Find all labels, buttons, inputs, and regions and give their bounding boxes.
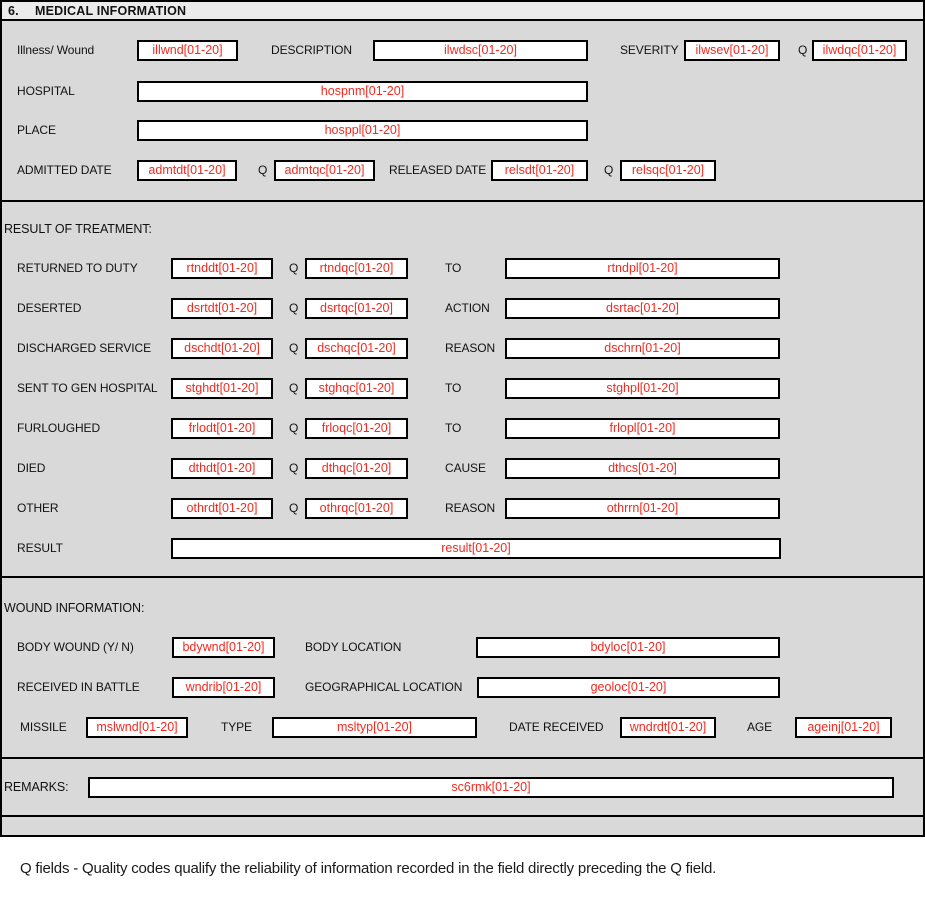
furloughed-q-label: Q (289, 418, 298, 439)
severity-field[interactable]: ilwsev[01-20] (684, 40, 780, 61)
admitted-date-field[interactable]: admtdt[01-20] (137, 160, 237, 181)
missile-type-field[interactable]: msltyp[01-20] (272, 717, 477, 738)
furloughed-to-field[interactable]: frlopl[01-20] (505, 418, 780, 439)
geographical-location-label: GEOGRAPHICAL LOCATION (305, 677, 462, 698)
died-date-field[interactable]: dthdt[01-20] (171, 458, 273, 479)
remarks-field[interactable]: sc6rmk[01-20] (88, 777, 894, 798)
sent-gen-hospital-label: SENT TO GEN HOSPITAL (17, 378, 157, 399)
date-received-label: DATE RECEIVED (509, 717, 604, 738)
discharged-q-label: Q (289, 338, 298, 359)
furloughed-date-field[interactable]: frlodt[01-20] (171, 418, 273, 439)
section-divider (2, 757, 923, 759)
section-number: 6. (8, 4, 19, 18)
age-label: AGE (747, 717, 772, 738)
returned-to-label: TO (445, 258, 461, 279)
returned-to-duty-label: RETURNED TO DUTY (17, 258, 138, 279)
released-q-label: Q (604, 160, 613, 181)
admitted-q-label: Q (258, 160, 267, 181)
bottom-row-divider (2, 815, 923, 817)
received-in-battle-label: RECEIVED IN BATTLE (17, 677, 140, 698)
missile-type-label: TYPE (221, 717, 252, 738)
other-date-field[interactable]: othrdt[01-20] (171, 498, 273, 519)
discharged-label: DISCHARGED SERVICE (17, 338, 151, 359)
sent-gen-hospital-q-field[interactable]: stghqc[01-20] (305, 378, 408, 399)
hospital-label: HOSPITAL (17, 81, 75, 102)
treatment-heading: RESULT OF TREATMENT: (4, 222, 152, 236)
discharged-date-field[interactable]: dschdt[01-20] (171, 338, 273, 359)
deserted-label: DESERTED (17, 298, 81, 319)
returned-q-field[interactable]: rtndqc[01-20] (305, 258, 408, 279)
body-location-field[interactable]: bdyloc[01-20] (476, 637, 780, 658)
missile-label: MISSILE (20, 717, 67, 738)
died-cause-field[interactable]: dthcs[01-20] (505, 458, 780, 479)
deserted-action-label: ACTION (445, 298, 490, 319)
illness-wound-label: Illness/ Wound (17, 40, 94, 61)
description-field[interactable]: ilwdsc[01-20] (373, 40, 588, 61)
date-received-field[interactable]: wndrdt[01-20] (620, 717, 716, 738)
received-in-battle-field[interactable]: wndrib[01-20] (172, 677, 275, 698)
place-field[interactable]: hosppl[01-20] (137, 120, 588, 141)
section-divider (2, 576, 923, 578)
wound-heading: WOUND INFORMATION: (4, 601, 144, 615)
sent-gen-hospital-date-field[interactable]: stghdt[01-20] (171, 378, 273, 399)
section-title: MEDICAL INFORMATION (35, 4, 186, 18)
remarks-label: REMARKS: (4, 780, 69, 794)
died-label: DIED (17, 458, 45, 479)
released-date-field[interactable]: relsdt[01-20] (491, 160, 588, 181)
medical-information-form: 6. MEDICAL INFORMATION Illness/ Wound il… (0, 0, 925, 900)
died-cause-label: CAUSE (445, 458, 486, 479)
description-label: DESCRIPTION (271, 40, 352, 61)
other-label: OTHER (17, 498, 59, 519)
discharged-reason-field[interactable]: dschrn[01-20] (505, 338, 780, 359)
other-q-label: Q (289, 498, 298, 519)
released-date-label: RELEASED DATE (389, 160, 486, 181)
other-q-field[interactable]: othrqc[01-20] (305, 498, 408, 519)
sent-gen-hospital-to-label: TO (445, 378, 461, 399)
sent-gen-hospital-to-field[interactable]: stghpl[01-20] (505, 378, 780, 399)
missile-field[interactable]: mslwnd[01-20] (86, 717, 188, 738)
deserted-date-field[interactable]: dsrtdt[01-20] (171, 298, 273, 319)
discharged-reason-label: REASON (445, 338, 495, 359)
q-fields-footnote: Q fields - Quality codes qualify the rel… (20, 860, 716, 877)
severity-label: SEVERITY (620, 40, 679, 61)
released-q-field[interactable]: relsqc[01-20] (620, 160, 716, 181)
body-location-label: BODY LOCATION (305, 637, 401, 658)
severity-q-label: Q (798, 40, 807, 61)
deserted-q-field[interactable]: dsrtqc[01-20] (305, 298, 408, 319)
illness-wound-field[interactable]: illwnd[01-20] (137, 40, 238, 61)
place-label: PLACE (17, 120, 56, 141)
died-q-label: Q (289, 458, 298, 479)
returned-to-field[interactable]: rtndpl[01-20] (505, 258, 780, 279)
geographical-location-field[interactable]: geoloc[01-20] (477, 677, 780, 698)
result-field[interactable]: result[01-20] (171, 538, 781, 559)
severity-q-field[interactable]: ilwdqc[01-20] (812, 40, 907, 61)
furloughed-to-label: TO (445, 418, 461, 439)
sent-gen-hospital-q-label: Q (289, 378, 298, 399)
body-wound-label: BODY WOUND (Y/ N) (17, 637, 134, 658)
discharged-q-field[interactable]: dschqc[01-20] (305, 338, 408, 359)
furloughed-q-field[interactable]: frloqc[01-20] (305, 418, 408, 439)
section-divider (2, 200, 923, 202)
furloughed-label: FURLOUGHED (17, 418, 100, 439)
other-reason-label: REASON (445, 498, 495, 519)
died-q-field[interactable]: dthqc[01-20] (305, 458, 408, 479)
hospital-field[interactable]: hospnm[01-20] (137, 81, 588, 102)
admitted-date-label: ADMITTED DATE (17, 160, 111, 181)
returned-q-label: Q (289, 258, 298, 279)
deserted-q-label: Q (289, 298, 298, 319)
other-reason-field[interactable]: othrrn[01-20] (505, 498, 780, 519)
admitted-q-field[interactable]: admtqc[01-20] (274, 160, 375, 181)
body-wound-field[interactable]: bdywnd[01-20] (172, 637, 275, 658)
result-label: RESULT (17, 538, 63, 559)
returned-to-duty-date-field[interactable]: rtnddt[01-20] (171, 258, 273, 279)
deserted-action-field[interactable]: dsrtac[01-20] (505, 298, 780, 319)
age-field[interactable]: ageinj[01-20] (795, 717, 892, 738)
